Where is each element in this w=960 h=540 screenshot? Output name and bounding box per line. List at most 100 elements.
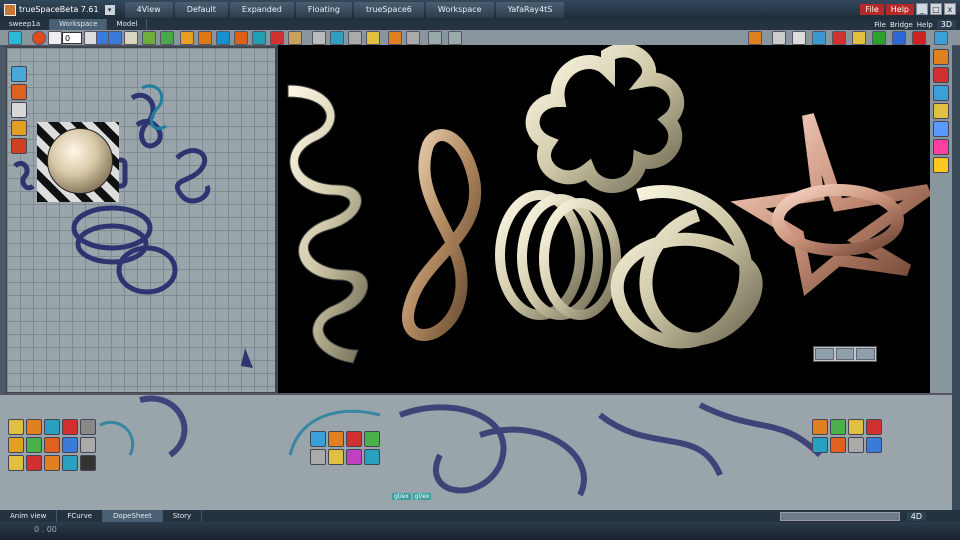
file-menu[interactable]: File [860,3,884,15]
tool-c-icon[interactable] [348,31,362,45]
tab-model[interactable]: Model [107,19,148,30]
shape-text-icon[interactable] [80,455,96,471]
tab-workspace[interactable]: Workspace [425,1,494,18]
mid-tool-1-icon[interactable] [310,431,326,447]
shape-sphere-icon[interactable] [62,419,78,435]
sphere-icon[interactable] [234,31,248,45]
dropdown-button[interactable]: ▾ [104,4,115,15]
right-icon-7[interactable] [933,157,949,173]
perspective-viewport[interactable] [278,43,932,393]
axis-y-icon[interactable] [892,31,906,45]
tool-e-icon[interactable] [388,31,402,45]
shape-torus-icon[interactable] [8,437,24,453]
right-icon-6[interactable] [933,139,949,155]
cube-icon[interactable] [252,31,266,45]
right-shape-4-icon[interactable] [866,419,882,435]
frame-field[interactable]: 0 [62,32,82,44]
right-tool-6-icon[interactable] [852,31,866,45]
mid-tool-7-icon[interactable] [346,449,362,465]
right-shape-6-icon[interactable] [830,437,846,453]
paint-icon[interactable] [198,31,212,45]
tab-truespace6[interactable]: trueSpace6 [353,1,424,18]
shape-cylinder-icon[interactable] [26,419,42,435]
shape-spline-icon[interactable] [62,437,78,453]
tab-dopesheet[interactable]: DopeSheet [103,510,163,522]
mini-tool-4-icon[interactable] [11,120,27,136]
tool-b-icon[interactable] [330,31,344,45]
record-icon[interactable] [32,31,46,45]
object-icon[interactable] [124,31,138,45]
mini-tool-2-icon[interactable] [11,84,27,100]
minimize-button[interactable]: _ [916,3,928,15]
mini-tool-3-icon[interactable] [11,102,27,118]
render-icon[interactable] [270,31,284,45]
arrow-down-icon[interactable] [448,31,462,45]
sub-bridge-menu[interactable]: Bridge [890,21,913,29]
mid-tool-8-icon[interactable] [364,449,380,465]
right-tool-5-icon[interactable] [832,31,846,45]
mid-tool-4-icon[interactable] [364,431,380,447]
tab-fcurve[interactable]: FCurve [57,510,104,522]
right-tool-3-icon[interactable] [792,31,806,45]
mid-tool-5-icon[interactable] [310,449,326,465]
shape-tube-icon[interactable] [26,437,42,453]
mini-tool-1-icon[interactable] [11,66,27,82]
mode-3d-button[interactable]: 3D [936,20,956,29]
next-frame-icon[interactable] [108,31,122,45]
right-shape-5-icon[interactable] [812,437,828,453]
right-shape-8-icon[interactable] [866,437,882,453]
tab-floating[interactable]: Floating [295,1,352,18]
light-icon[interactable] [180,31,194,45]
shape-pyramid-icon[interactable] [8,455,24,471]
tab-workspace-view[interactable]: Workspace [50,19,108,30]
shape-wedge-icon[interactable] [44,455,60,471]
right-tool-2-icon[interactable] [772,31,786,45]
rotate-icon[interactable] [142,31,156,45]
mid-tool-2-icon[interactable] [328,431,344,447]
tab-4view[interactable]: 4View [124,1,173,18]
right-shape-3-icon[interactable] [848,419,864,435]
axis-x-icon[interactable] [872,31,886,45]
right-shape-7-icon[interactable] [848,437,864,453]
mid-tool-6-icon[interactable] [328,449,344,465]
right-icon-1[interactable] [933,49,949,65]
close-button[interactable]: x [944,3,956,15]
mini-tool-5-icon[interactable] [11,138,27,154]
right-shape-2-icon[interactable] [830,419,846,435]
tab-expanded[interactable]: Expanded [229,1,294,18]
frame-icon[interactable] [48,31,62,45]
tab-sweep1a[interactable]: sweep1a [0,19,51,30]
shape-cube-icon[interactable] [8,419,24,435]
sub-help-menu[interactable]: Help [917,21,933,29]
move-icon[interactable] [160,31,174,45]
tab-yafaray4ts[interactable]: YafaRay4tS [495,1,565,18]
brush-icon[interactable] [288,31,302,45]
help-menu[interactable]: Help [885,3,914,15]
right-icon-3[interactable] [933,85,949,101]
right-icon-4[interactable] [933,103,949,119]
right-icon-2[interactable] [933,67,949,83]
shape-lathe-icon[interactable] [62,455,78,471]
plugin-2-label[interactable]: gl/ex [412,493,432,500]
right-tool-4-icon[interactable] [812,31,826,45]
sub-file-menu[interactable]: File [874,21,886,29]
right-shape-1-icon[interactable] [812,419,828,435]
right-icon-5[interactable] [933,121,949,137]
plugin-1-label[interactable]: gl/ex [392,493,411,500]
tool-f-icon[interactable] [406,31,420,45]
axis-z-icon[interactable] [912,31,926,45]
mini-paint-icon[interactable] [835,348,855,360]
tool-d-icon[interactable] [366,31,380,45]
mini-select-icon[interactable] [815,348,834,360]
settings-icon[interactable] [934,31,948,45]
tool-a-icon[interactable] [312,31,326,45]
shape-cone-icon[interactable] [44,419,60,435]
shape-plane-icon[interactable] [80,419,96,435]
tab-anim-view[interactable]: Anim view [0,510,58,522]
bottom-mesh-view[interactable]: gl/ex gl/ex [0,393,952,510]
timeline-scrubber[interactable] [780,512,900,521]
shape-grid-icon[interactable] [80,437,96,453]
mini-tool-icon[interactable] [856,348,876,360]
shape-star-icon[interactable] [26,455,42,471]
material-icon[interactable] [216,31,230,45]
